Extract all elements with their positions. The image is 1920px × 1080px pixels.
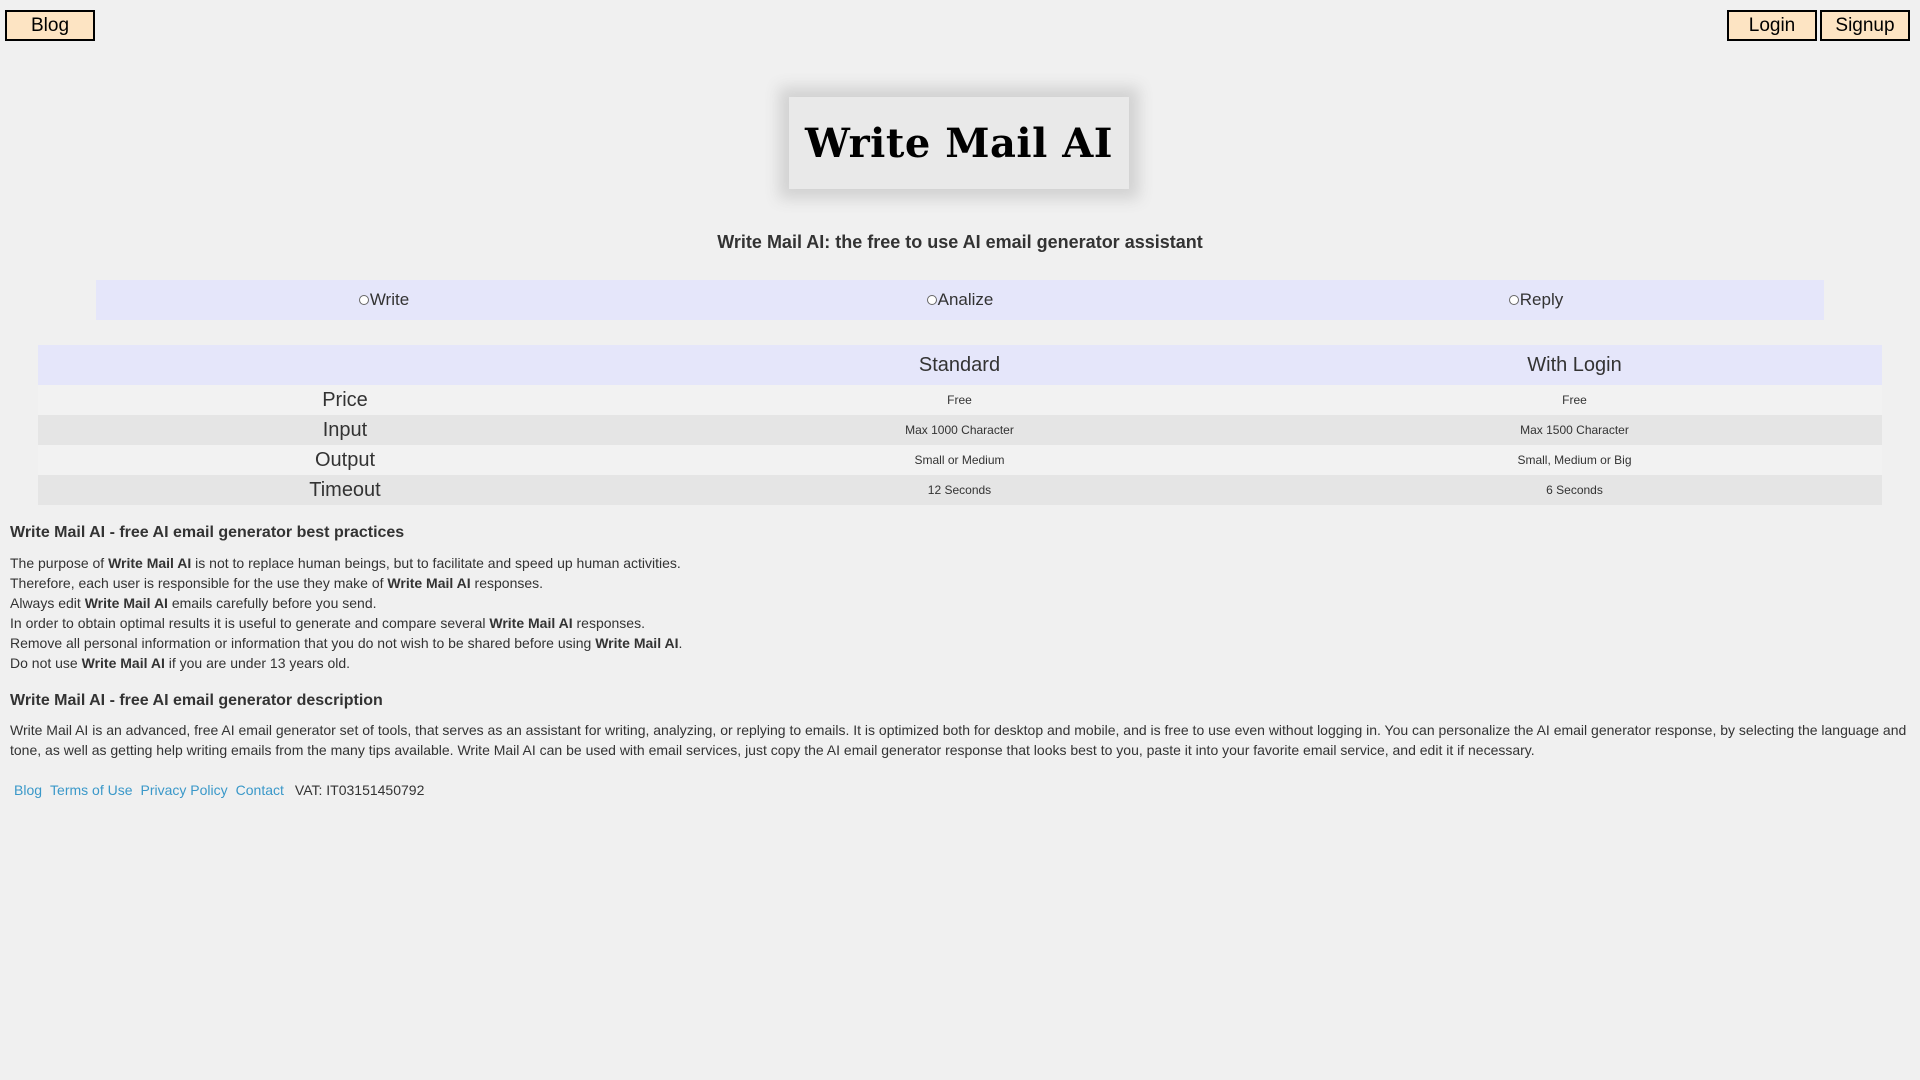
line-text: is not to replace human beings, but to f… (191, 555, 681, 571)
mode-option-write[interactable]: Write (96, 280, 672, 320)
practice-line: In order to obtain optimal results it is… (10, 613, 682, 633)
login-button[interactable]: Login (1727, 10, 1817, 41)
pricing-row-price: Price Free Free (38, 385, 1882, 415)
pricing-row-input: Input Max 1000 Character Max 1500 Charac… (38, 415, 1882, 445)
pricing-header-standard: Standard (918, 353, 1001, 376)
logo-text: Write Mail AI (804, 119, 1113, 167)
brand-name: Write Mail AI (387, 575, 471, 591)
pricing-header-with-login: With Login (1527, 353, 1622, 376)
row-label: Input (322, 418, 368, 441)
brand-name: Write Mail AI (84, 595, 168, 611)
blog-button[interactable]: Blog (5, 10, 95, 41)
page-subtitle: Write Mail AI: the free to use AI email … (717, 232, 1203, 252)
standard-value: Free (947, 393, 972, 407)
best-practices-list: The purpose of Write Mail AI is not to r… (10, 553, 682, 673)
footer-link-blog[interactable]: Blog (14, 782, 42, 798)
practice-line: Remove all personal information or infor… (10, 633, 682, 653)
mode-option-reply[interactable]: Reply (1248, 280, 1824, 320)
line-text: Therefore, each user is responsible for … (10, 575, 388, 591)
line-text: responses. (470, 575, 544, 591)
pricing-header-empty (38, 345, 652, 385)
line-text: Always edit (10, 595, 85, 611)
pricing-row-output: Output Small or Medium Small, Medium or … (38, 445, 1882, 475)
radio-analize[interactable] (926, 295, 937, 305)
footer-link-contact[interactable]: Contact (236, 782, 284, 798)
practice-line: Do not use Write Mail AI if you are unde… (10, 653, 682, 673)
standard-value: Small or Medium (914, 453, 1005, 467)
radio-write[interactable] (358, 295, 369, 305)
footer: Blog Terms of Use Privacy Policy Contact… (10, 782, 424, 798)
with-login-value: Small, Medium or Big (1517, 453, 1632, 467)
row-label: Price (322, 388, 368, 411)
top-bar: Blog Login Signup (0, 10, 1920, 41)
mode-label-analize: Analize (937, 290, 994, 309)
mode-option-analize[interactable]: Analize (672, 280, 1248, 320)
line-text: In order to obtain optimal results it is… (10, 615, 490, 631)
with-login-value: Max 1500 Character (1520, 423, 1629, 437)
mode-label-reply: Reply (1519, 290, 1564, 309)
mode-selector: Write Analize Reply (96, 280, 1824, 320)
with-login-value: 6 Seconds (1546, 483, 1603, 497)
description-heading: Write Mail AI - free AI email generator … (10, 692, 383, 709)
line-text: if you are under 13 years old. (164, 655, 351, 671)
line-text: Do not use (10, 655, 82, 671)
footer-link-privacy[interactable]: Privacy Policy (141, 782, 228, 798)
practice-line: Therefore, each user is responsible for … (10, 573, 682, 593)
line-text: . (678, 635, 683, 651)
brand-name: Write Mail AI (108, 555, 192, 571)
description-text: Write Mail AI is an advanced, free AI em… (10, 722, 1907, 758)
radio-reply[interactable] (1508, 295, 1519, 305)
practice-line: Always edit Write Mail AI emails careful… (10, 593, 682, 613)
with-login-value: Free (1562, 393, 1587, 407)
logo: Write Mail AI (789, 97, 1129, 189)
row-label: Output (314, 448, 376, 471)
line-text: The purpose of (10, 555, 109, 571)
brand-name: Write Mail AI (81, 655, 165, 671)
mode-label-write: Write (369, 290, 410, 309)
best-practices-heading: Write Mail AI - free AI email generator … (10, 524, 405, 541)
brand-name: Write Mail AI (489, 615, 573, 631)
line-text: Remove all personal information or infor… (10, 635, 596, 651)
pricing-table: Standard With Login Price Free Free Inpu… (38, 345, 1882, 505)
pricing-row-timeout: Timeout 12 Seconds 6 Seconds (38, 475, 1882, 505)
practice-line: The purpose of Write Mail AI is not to r… (10, 553, 682, 573)
signup-button[interactable]: Signup (1820, 10, 1910, 41)
standard-value: 12 Seconds (927, 483, 992, 497)
footer-link-terms[interactable]: Terms of Use (50, 782, 132, 798)
pricing-header-row: Standard With Login (38, 345, 1882, 385)
line-text: responses. (572, 615, 645, 631)
row-label: Timeout (309, 478, 381, 501)
brand-name: Write Mail AI (595, 635, 679, 651)
vat-number: VAT: IT03151450792 (294, 782, 425, 798)
line-text: emails carefully before you send. (167, 595, 377, 611)
standard-value: Max 1000 Character (905, 423, 1014, 437)
